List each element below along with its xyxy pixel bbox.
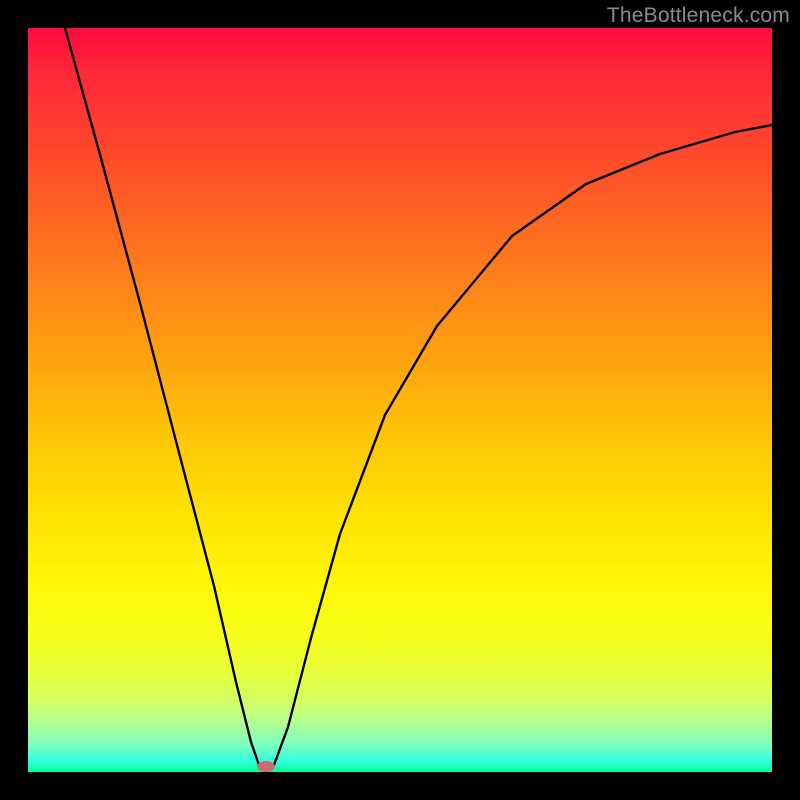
bottleneck-curve [28,28,772,772]
plot-area [28,28,772,772]
watermark-text: TheBottleneck.com [607,4,790,28]
curve-path [65,28,772,772]
minimum-marker [257,761,275,772]
chart-frame: TheBottleneck.com [0,0,800,800]
